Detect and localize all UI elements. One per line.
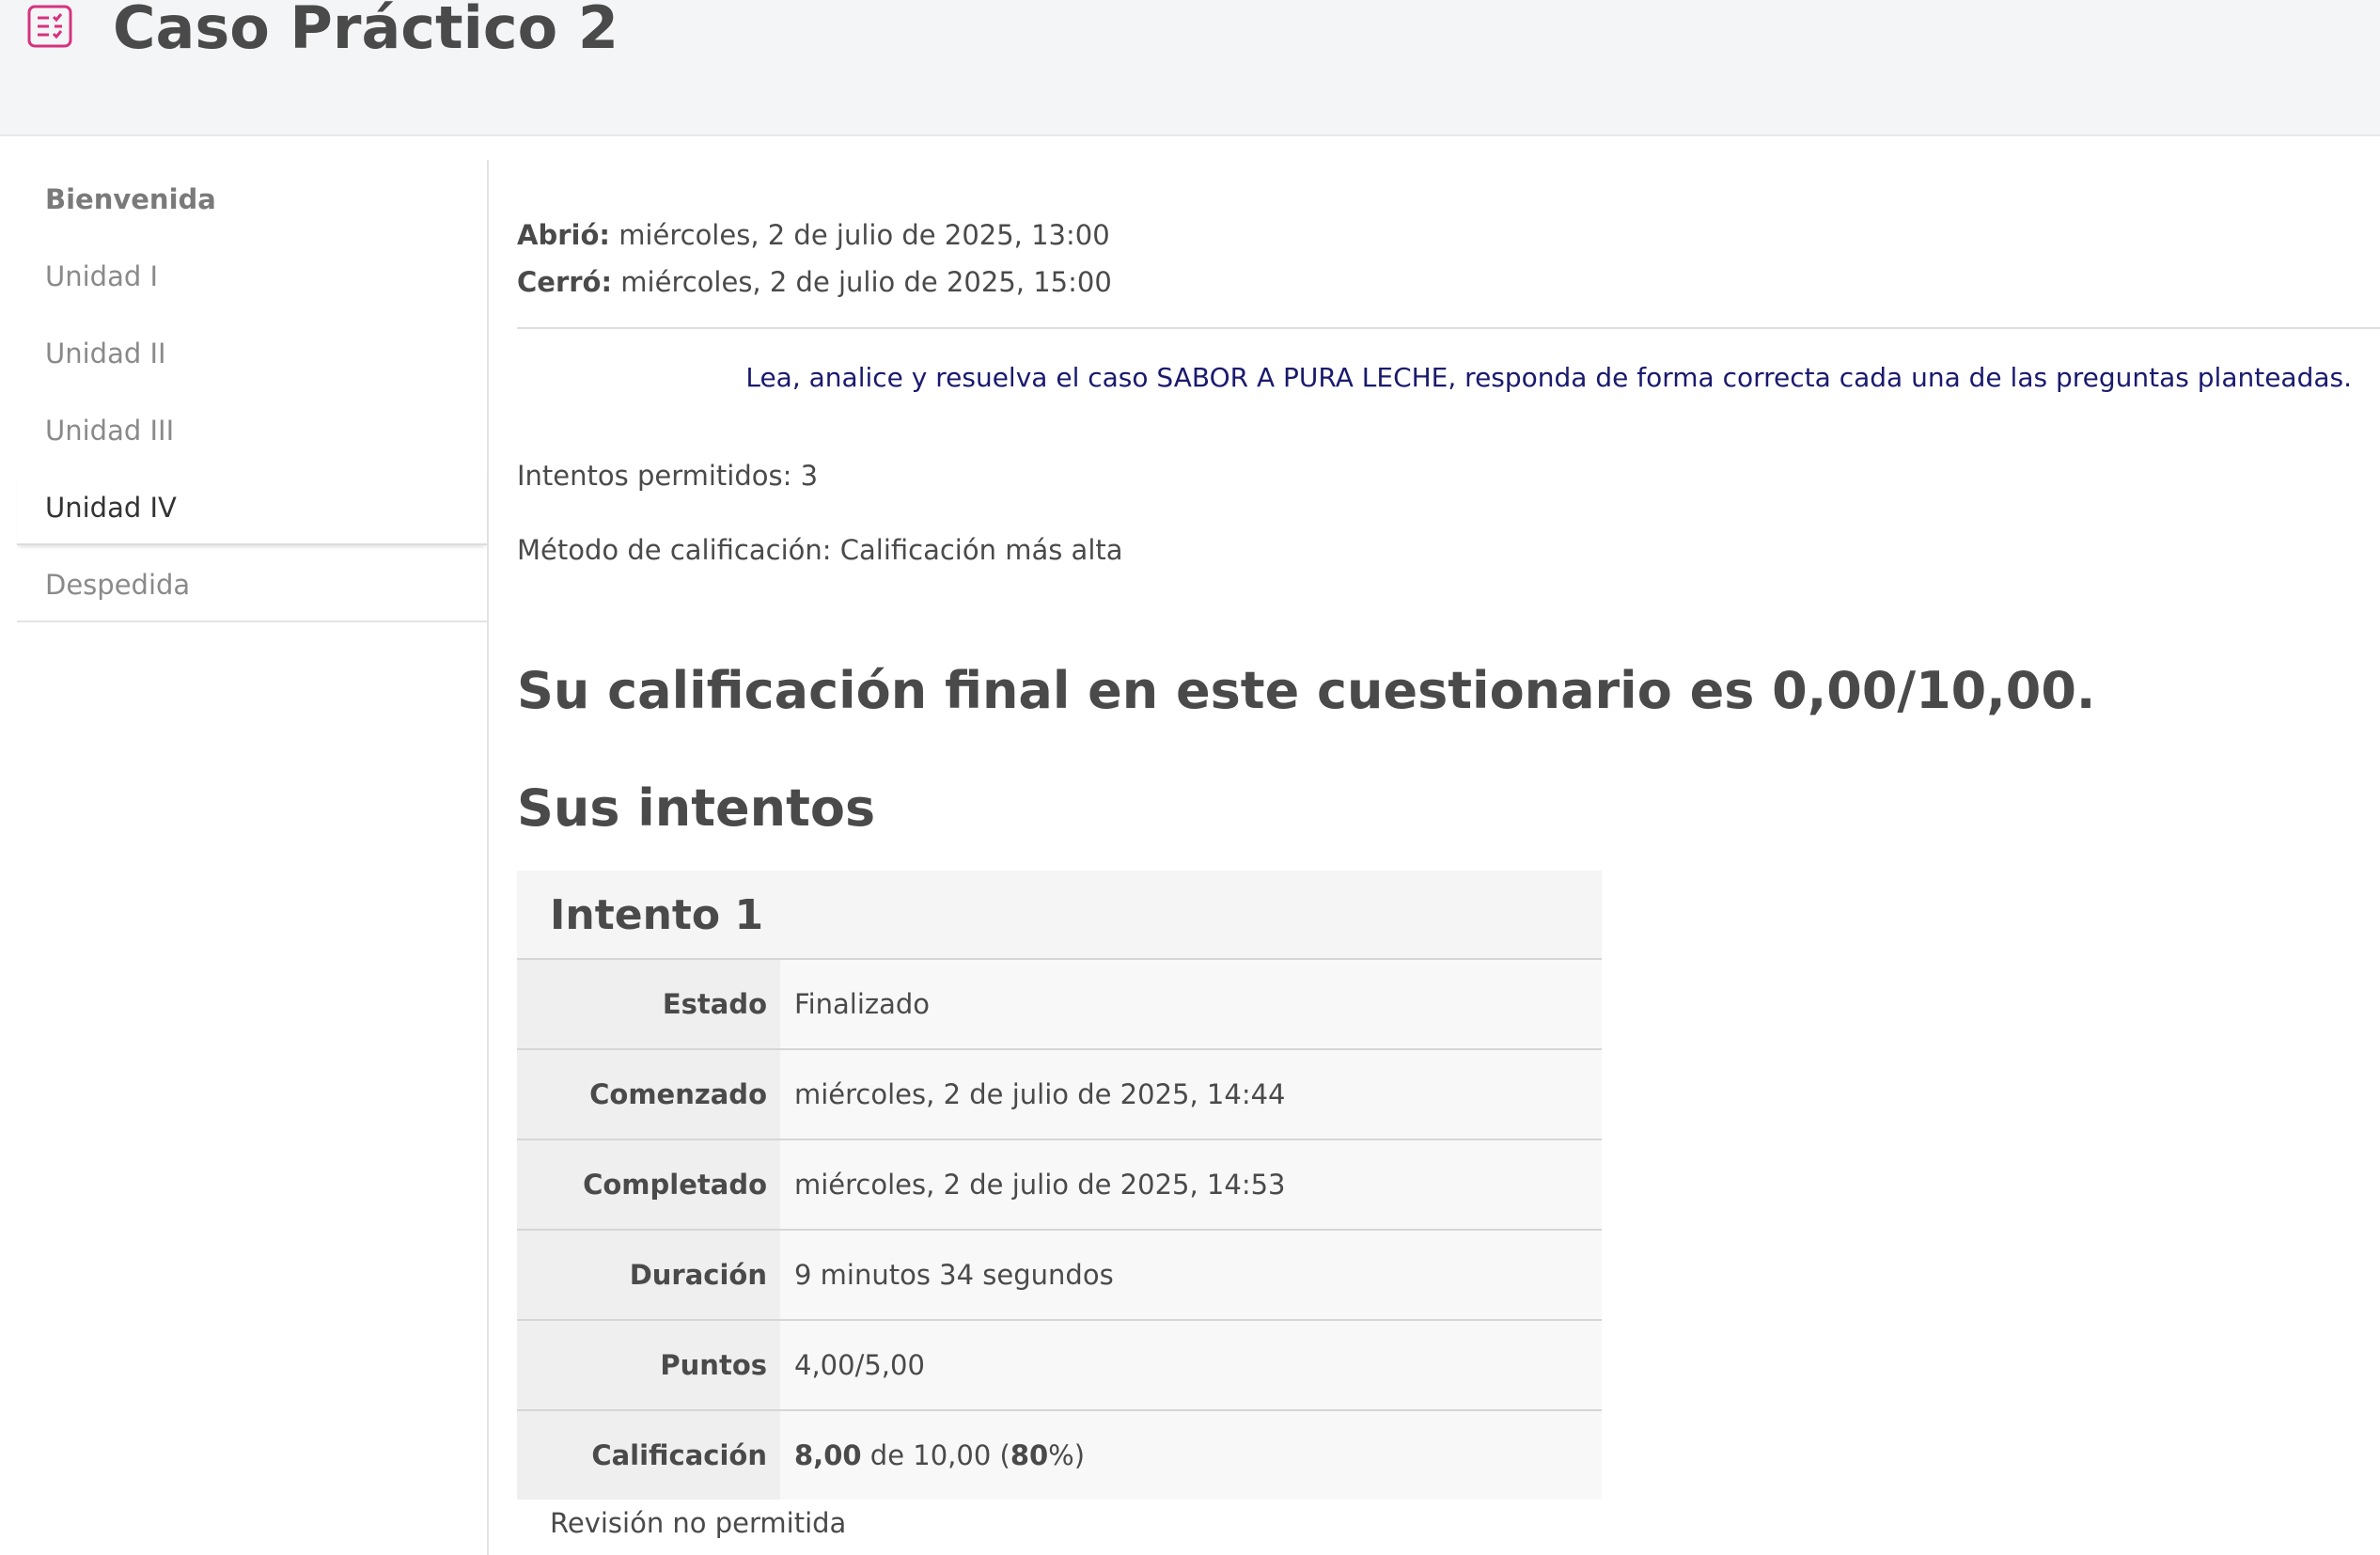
table-row: Duración 9 minutos 34 segundos (517, 1231, 1602, 1321)
table-row: Puntos 4,00/5,00 (517, 1321, 1602, 1411)
opened-label: Abrió: (517, 219, 610, 251)
grading-method: Método de calificación: Calificación más… (517, 534, 1123, 566)
sidebar-item-unidad-1[interactable]: Unidad I (17, 239, 487, 314)
closed-label: Cerró: (517, 266, 613, 298)
row-label: Puntos (517, 1321, 780, 1409)
row-label: Comenzado (517, 1050, 780, 1139)
table-row: Completado miércoles, 2 de julio de 2025… (517, 1140, 1602, 1231)
quiz-icon (27, 5, 72, 48)
sidebar-item-despedida[interactable]: Despedida (17, 547, 487, 622)
sidebar-item-unidad-4[interactable]: Unidad IV (17, 470, 487, 545)
page-title: Caso Práctico 2 (113, 0, 618, 62)
row-label: Estado (517, 960, 780, 1048)
quiz-dates: Abrió: miércoles, 2 de julio de 2025, 13… (517, 212, 1112, 306)
grade-score: 8,00 (794, 1439, 862, 1471)
attempts-heading: Sus intentos (517, 778, 876, 838)
table-row: Comenzado miércoles, 2 de julio de 2025,… (517, 1050, 1602, 1140)
closed-date: Cerró: miércoles, 2 de julio de 2025, 15… (517, 259, 1112, 306)
grade-value: 8,00 de 10,00 (80%) (780, 1411, 1602, 1500)
opened-date: Abrió: miércoles, 2 de julio de 2025, 13… (517, 212, 1112, 259)
row-value: miércoles, 2 de julio de 2025, 14:53 (780, 1140, 1602, 1229)
review-note: Revisión no permitida (550, 1507, 847, 1539)
table-row: Calificación 8,00 de 10,00 (80%) (517, 1411, 1602, 1500)
row-label: Calificación (517, 1411, 780, 1500)
page-header: Caso Práctico 2 (0, 0, 2380, 136)
opened-value: miércoles, 2 de julio de 2025, 13:00 (618, 219, 1110, 251)
sidebar-item-bienvenida[interactable]: Bienvenida (17, 162, 487, 237)
course-sidebar: Bienvenida Unidad I Unidad II Unidad III… (17, 160, 489, 1555)
final-grade-heading: Su calificación final en este cuestionar… (517, 661, 2096, 720)
attempt-summary-card: Intento 1 Estado Finalizado Comenzado mi… (517, 871, 1602, 1500)
attempts-allowed: Intentos permitidos: 3 (517, 460, 819, 492)
grade-mid: de 10,00 ( (861, 1439, 1010, 1471)
row-value: miércoles, 2 de julio de 2025, 14:44 (780, 1050, 1602, 1139)
table-row: Estado Finalizado (517, 960, 1602, 1050)
grade-end: %) (1048, 1439, 1086, 1471)
quiz-intro: Lea, analice y resuelva el caso SABOR A … (745, 362, 2352, 393)
closed-value: miércoles, 2 de julio de 2025, 15:00 (620, 266, 1112, 298)
attempt-title: Intento 1 (517, 871, 1602, 960)
grade-percent: 80 (1010, 1439, 1049, 1471)
sidebar-item-unidad-2[interactable]: Unidad II (17, 316, 487, 391)
row-value: 4,00/5,00 (780, 1321, 1602, 1409)
row-value: 9 minutos 34 segundos (780, 1231, 1602, 1319)
row-value: Finalizado (780, 960, 1602, 1048)
row-label: Completado (517, 1140, 780, 1229)
sidebar-item-unidad-3[interactable]: Unidad III (17, 393, 487, 468)
divider (517, 327, 2380, 329)
main-content: Abrió: miércoles, 2 de julio de 2025, 13… (517, 134, 2380, 1555)
row-label: Duración (517, 1231, 780, 1319)
